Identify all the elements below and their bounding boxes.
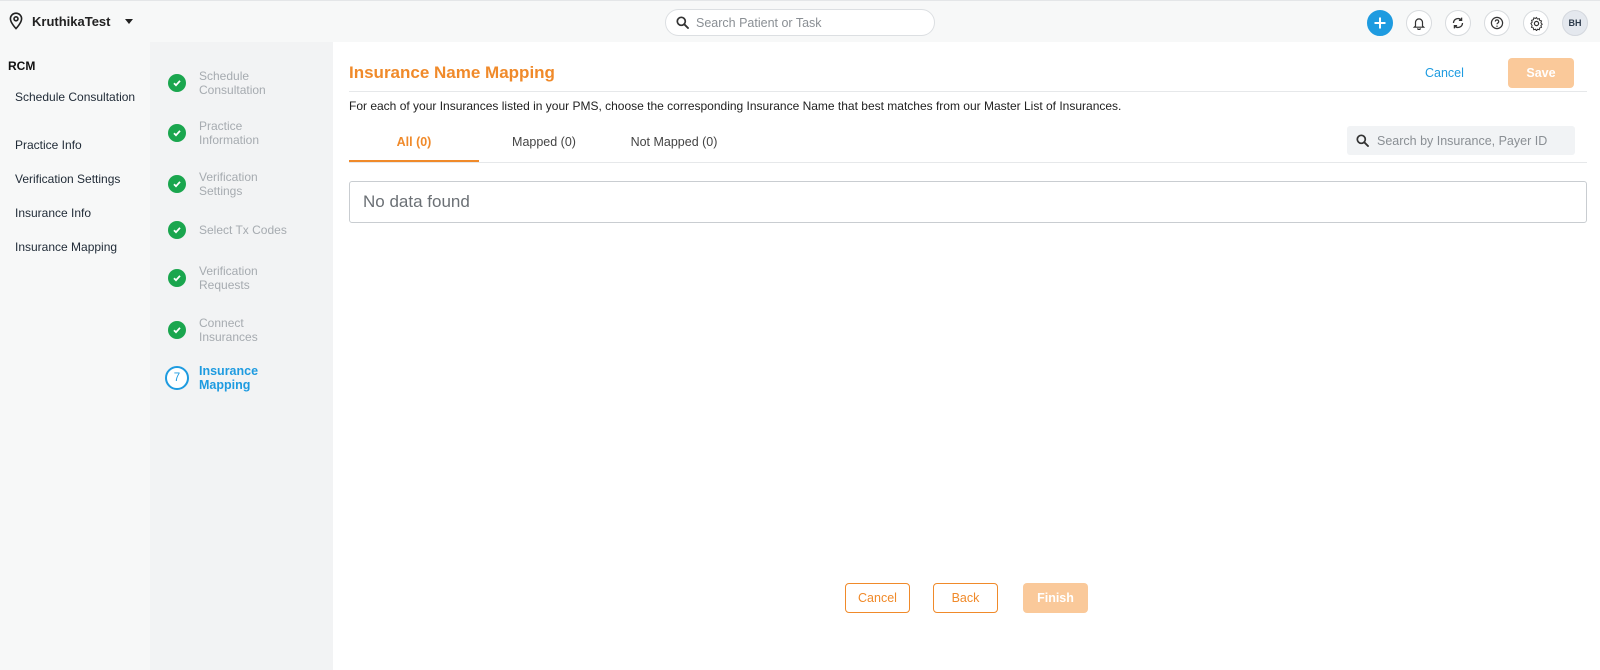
- step-insurance-mapping[interactable]: 7 Insurance Mapping: [165, 364, 299, 392]
- page-description: For each of your Insurances listed in yo…: [349, 99, 1122, 113]
- check-circle-icon: [168, 74, 186, 92]
- settings-button[interactable]: [1523, 10, 1549, 36]
- avatar[interactable]: BH: [1562, 10, 1588, 36]
- step-label: Verification Settings: [199, 170, 258, 198]
- setup-stepper: Schedule Consultation Practice Informati…: [150, 42, 333, 670]
- main-panel: Insurance Name Mapping Cancel Save For e…: [333, 42, 1600, 670]
- search-icon: [1356, 134, 1369, 147]
- avatar-initials: BH: [1568, 18, 1582, 28]
- sync-icon: [1452, 17, 1464, 29]
- step-schedule-consultation[interactable]: Schedule Consultation: [168, 69, 299, 97]
- step-select-tx-codes[interactable]: Select Tx Codes: [168, 221, 299, 239]
- nav-item-schedule-consultation[interactable]: Schedule Consultation: [15, 90, 140, 105]
- location-pin-icon: [9, 12, 23, 30]
- check-circle-icon: [168, 321, 186, 339]
- nav-item-insurance-mapping[interactable]: Insurance Mapping: [15, 240, 140, 255]
- location-selector[interactable]: KruthikaTest: [8, 12, 133, 30]
- step-label: Practice Information: [199, 119, 260, 147]
- step-label: Schedule Consultation: [199, 69, 266, 97]
- check-circle-icon: [168, 221, 186, 239]
- check-circle-icon: [168, 269, 186, 287]
- empty-state-message: No data found: [349, 181, 1587, 223]
- step-verification-requests[interactable]: Verification Requests: [168, 264, 299, 292]
- tab-all[interactable]: All (0): [349, 135, 479, 149]
- global-search[interactable]: [665, 9, 935, 36]
- plus-icon: [1374, 17, 1386, 29]
- help-icon: [1490, 16, 1504, 30]
- divider: [349, 162, 1587, 163]
- tab-mapped[interactable]: Mapped (0): [479, 135, 609, 149]
- step-label: Insurance Mapping: [199, 364, 259, 392]
- step-connect-insurances[interactable]: Connect Insurances: [168, 316, 299, 344]
- empty-state-text: No data found: [363, 192, 470, 211]
- insurance-search[interactable]: [1347, 126, 1575, 155]
- help-button[interactable]: [1484, 10, 1510, 36]
- check-circle-icon: [168, 175, 186, 193]
- gear-icon: [1529, 16, 1543, 31]
- footer-cancel-button[interactable]: Cancel: [845, 583, 910, 613]
- bell-icon: [1412, 18, 1426, 30]
- nav-item-practice-info[interactable]: Practice Info: [15, 138, 140, 153]
- divider: [349, 91, 1587, 92]
- nav-item-insurance-info[interactable]: Insurance Info: [15, 206, 140, 221]
- page-title: Insurance Name Mapping: [349, 63, 555, 82]
- search-icon: [676, 16, 689, 29]
- step-practice-information[interactable]: Practice Information: [168, 119, 299, 147]
- nav-item-verification-settings[interactable]: Verification Settings: [15, 172, 140, 187]
- check-circle-icon: [168, 124, 186, 142]
- finish-button[interactable]: Finish: [1023, 583, 1088, 613]
- insurance-search-input[interactable]: [1377, 133, 1567, 148]
- tab-not-mapped[interactable]: Not Mapped (0): [609, 135, 739, 149]
- save-button[interactable]: Save: [1508, 58, 1574, 88]
- nav-section-title: RCM: [8, 59, 36, 73]
- step-number-badge: 7: [165, 366, 189, 390]
- step-label: Select Tx Codes: [199, 223, 287, 237]
- chevron-down-icon: [124, 18, 133, 24]
- location-name: KruthikaTest: [32, 13, 111, 29]
- top-bar: KruthikaTest Search Patient or Task BH: [0, 0, 1600, 42]
- step-label: Verification Requests: [199, 264, 258, 292]
- notifications-button[interactable]: [1406, 10, 1432, 36]
- sync-button[interactable]: [1445, 10, 1471, 36]
- step-verification-settings[interactable]: Verification Settings: [168, 170, 299, 198]
- add-button[interactable]: [1367, 10, 1393, 36]
- global-search-input[interactable]: [696, 15, 916, 30]
- back-button[interactable]: Back: [933, 583, 998, 613]
- step-label: Connect Insurances: [199, 316, 258, 344]
- cancel-button[interactable]: Cancel: [1425, 66, 1464, 80]
- left-nav: RCM Schedule Consultation Practice Info …: [0, 42, 150, 670]
